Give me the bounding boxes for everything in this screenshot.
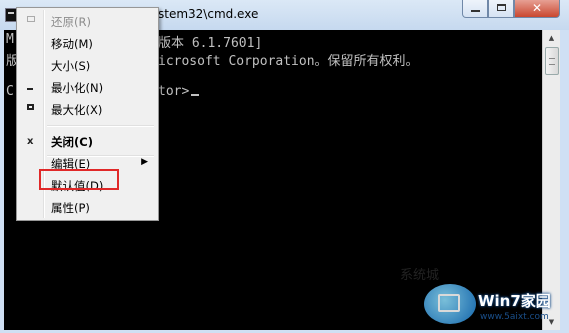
close-button[interactable]: ✕ <box>514 0 560 18</box>
console-line-4-left: C <box>6 84 14 99</box>
highlight-box <box>39 169 119 190</box>
maximize-icon <box>27 104 34 110</box>
watermark-brand: Win7家园 <box>478 292 551 310</box>
watermark: 系统城 Win7家园 www.5aixt.com <box>400 268 565 330</box>
maximize-button[interactable] <box>488 0 514 18</box>
menu-item-move[interactable]: 移动(M) <box>19 33 156 54</box>
console-prompt: tor> <box>158 84 200 99</box>
restore-icon <box>27 16 35 22</box>
close-icon: ✕ <box>531 1 543 15</box>
watermark-faint-text: 系统城 <box>400 268 440 283</box>
scrollbar-thumb[interactable] <box>545 47 559 75</box>
watermark-url: www.5aixt.com <box>480 312 549 322</box>
menu-item-maximize-label: 最大化(X) <box>51 103 103 117</box>
console-line-2-right: icrosoft Corporation。保留所有权利。 <box>158 54 419 69</box>
minimize-icon <box>471 10 480 12</box>
menu-item-maximize[interactable]: 最大化(X) <box>19 99 156 120</box>
menu-item-restore[interactable]: 还原(R) <box>19 11 156 32</box>
menu-item-close-label: 关闭(C) <box>51 135 93 149</box>
close-icon: x <box>27 136 34 147</box>
maximize-icon <box>497 4 506 11</box>
console-prompt-text: tor> <box>158 84 190 99</box>
menu-item-move-label: 移动(M) <box>51 37 93 51</box>
text-cursor <box>191 94 200 96</box>
menu-item-properties[interactable]: 属性(P) <box>19 197 156 218</box>
menu-item-size[interactable]: 大小(S) <box>19 55 156 76</box>
minimize-icon <box>27 88 33 90</box>
console-line-1-right: 版本 6.1.7601] <box>158 36 263 51</box>
scroll-up-arrow-icon[interactable]: ▲ <box>543 30 560 46</box>
menu-item-minimize[interactable]: 最小化(N) <box>19 77 156 98</box>
submenu-arrow-icon: ▶ <box>141 157 148 167</box>
menu-item-properties-label: 属性(P) <box>51 201 90 215</box>
menu-separator <box>47 125 154 127</box>
minimize-button[interactable] <box>462 0 488 18</box>
menu-item-size-label: 大小(S) <box>51 59 91 73</box>
menu-item-restore-label: 还原(R) <box>51 15 91 29</box>
menu-item-minimize-label: 最小化(N) <box>51 81 104 95</box>
watermark-logo-icon <box>424 284 476 324</box>
console-line-1-left: M <box>6 32 14 47</box>
window-title: stem32\cmd.exe <box>158 7 259 21</box>
menu-item-close[interactable]: x 关闭(C) <box>19 131 156 152</box>
